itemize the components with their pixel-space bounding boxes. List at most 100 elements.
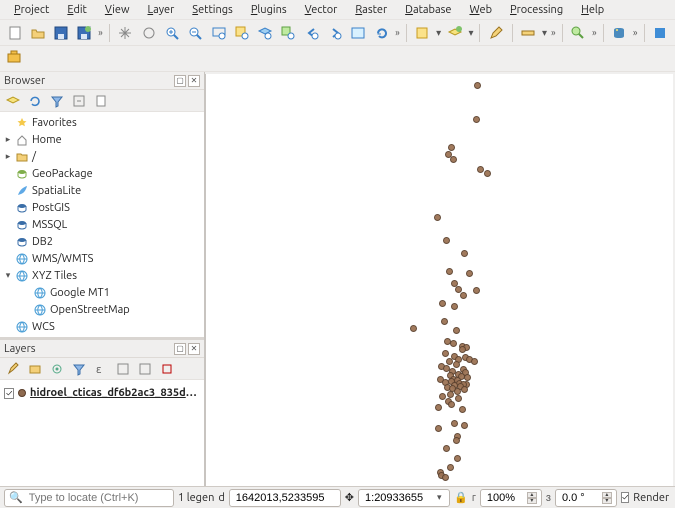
browser-item[interactable]: WMS/WMTS [0,250,204,267]
browser-item[interactable]: OpenStreetMap [0,301,204,318]
dropdown-icon[interactable]: ▾ [467,27,474,39]
magnifier-input[interactable]: ▴▾ [480,489,542,507]
toolbar-overflow-icon[interactable]: » [394,27,401,38]
pan-icon[interactable] [115,22,136,44]
layers-tree[interactable]: ✓hidroel_cticas_df6b2ac3_835d_43... [0,380,204,488]
browser-item[interactable]: ▸/ [0,148,204,165]
add-layer-icon[interactable] [4,92,22,110]
scale-input[interactable]: ▾ [358,489,450,507]
manage-visibility-icon[interactable] [48,360,66,378]
locator-input[interactable]: 🔍 [4,489,174,507]
menu-plugins[interactable]: Plugins [243,3,295,17]
browser-item[interactable]: ▾XYZ Tiles [0,267,204,284]
toolbar-overflow-icon[interactable]: » [632,27,639,38]
extents-toggle-icon[interactable]: ✥ [345,491,354,504]
locator-field[interactable] [27,491,169,505]
toolbar-overflow-icon[interactable]: » [591,27,598,38]
style-icon[interactable] [4,360,22,378]
open-icon[interactable] [27,22,48,44]
add-group-icon[interactable] [26,360,44,378]
panel-close-icon[interactable]: ✕ [188,343,200,355]
save-icon[interactable] [51,22,72,44]
save-as-icon[interactable] [74,22,95,44]
select-icon[interactable] [412,22,433,44]
pan-to-selection-icon[interactable] [138,22,159,44]
collapse-all-icon[interactable] [136,360,154,378]
collapse-all-icon[interactable] [70,92,88,110]
panel-float-icon[interactable]: ▢ [174,343,186,355]
menu-processing[interactable]: Processing [502,3,571,17]
identify-icon[interactable] [568,22,589,44]
menu-vector[interactable]: Vector [297,3,346,17]
new-map-view-icon[interactable] [348,22,369,44]
menu-view[interactable]: View [97,3,138,17]
zoom-in-icon[interactable] [161,22,182,44]
menu-help[interactable]: Help [573,3,612,17]
remove-layer-icon[interactable] [158,360,176,378]
panel-float-icon[interactable]: ▢ [174,75,186,87]
menu-edit[interactable]: Edit [59,3,95,17]
lock-scale-icon[interactable]: 🔒 [454,491,468,504]
menu-project[interactable]: Project [6,3,57,17]
zoom-next-icon[interactable] [324,22,345,44]
dropdown-icon[interactable]: ▾ [541,27,548,39]
menu-layer[interactable]: Layer [140,3,183,17]
browser-item[interactable]: Favorites [0,114,204,131]
coordinate-input[interactable] [229,489,341,507]
browser-item[interactable]: GeoPackage [0,165,204,182]
filter-icon[interactable] [48,92,66,110]
rotation-field[interactable] [560,491,598,505]
browser-item[interactable]: ▸Home [0,131,204,148]
plugin-icon[interactable] [650,22,671,44]
browser-tree[interactable]: Favorites▸Home▸/GeoPackageSpatiaLitePost… [0,112,204,337]
dropdown-icon[interactable]: ▾ [435,27,442,39]
tree-twisty-icon[interactable]: ▸ [2,134,14,145]
browser-item[interactable]: PostGIS [0,199,204,216]
menu-settings[interactable]: Settings [184,3,241,17]
coordinate-field[interactable] [234,491,336,505]
browser-item[interactable]: SpatiaLite [0,182,204,199]
expression-filter-icon[interactable]: ε [92,360,110,378]
magnifier-field[interactable] [485,491,523,505]
browser-item[interactable]: DB2 [0,233,204,250]
layer-visibility-checkbox[interactable]: ✓ [4,388,14,399]
zoom-selection-icon[interactable] [231,22,252,44]
filter-legend-icon[interactable] [70,360,88,378]
toolbar-overflow-icon[interactable]: » [97,27,104,38]
scale-field[interactable] [363,491,433,505]
layer-item[interactable]: ✓hidroel_cticas_df6b2ac3_835d_43... [4,384,200,402]
toolbar-overflow-icon[interactable]: » [550,27,557,38]
render-checkbox[interactable]: ✓ [621,492,629,503]
map-point [484,170,491,177]
tree-twisty-icon[interactable]: ▾ [2,270,14,281]
browser-item[interactable]: Google MT1 [0,284,204,301]
browser-item[interactable]: MSSQL [0,216,204,233]
toggle-editing-icon[interactable] [485,22,506,44]
refresh-icon[interactable] [26,92,44,110]
zoom-full-icon[interactable] [208,22,229,44]
map-point [451,420,458,427]
browser-item[interactable]: WCS [0,318,204,335]
map-canvas[interactable] [205,74,673,486]
menu-raster[interactable]: Raster [347,3,395,17]
zoom-layer-icon[interactable] [254,22,275,44]
add-layer-icon[interactable] [444,22,465,44]
refresh-icon[interactable] [371,22,392,44]
python-console-icon[interactable] [609,22,630,44]
properties-icon[interactable] [92,92,110,110]
zoom-native-icon[interactable] [278,22,299,44]
toolbox-icon[interactable] [6,48,28,70]
zoom-out-icon[interactable] [185,22,206,44]
menu-database[interactable]: Database [397,3,459,17]
rotation-input[interactable]: ▴▾ [555,489,617,507]
expand-all-icon[interactable] [114,360,132,378]
spinner-icon[interactable]: ▴▾ [602,492,612,504]
measure-icon[interactable] [518,22,539,44]
panel-close-icon[interactable]: ✕ [188,75,200,87]
tree-twisty-icon[interactable]: ▸ [2,151,14,162]
dropdown-icon[interactable]: ▾ [437,492,442,503]
zoom-last-icon[interactable] [301,22,322,44]
spinner-icon[interactable]: ▴▾ [527,492,537,504]
new-project-icon[interactable] [4,22,25,44]
menu-web[interactable]: Web [461,3,500,17]
